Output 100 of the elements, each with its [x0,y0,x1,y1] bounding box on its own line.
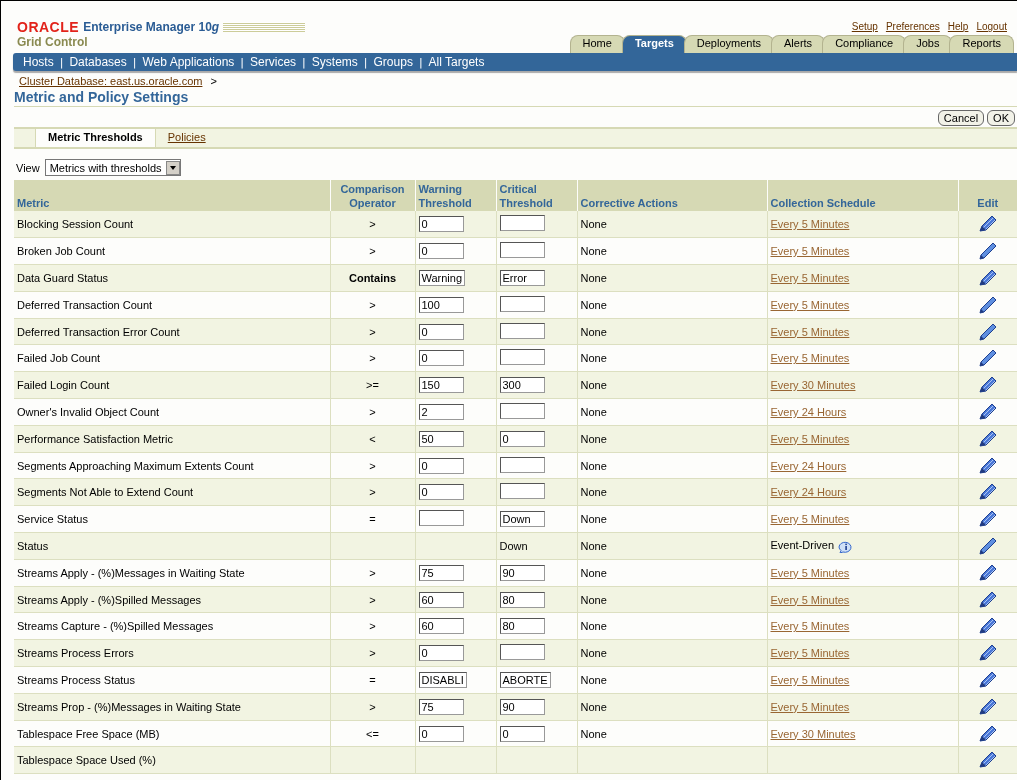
schedule-link[interactable]: Every 30 Minutes [770,379,856,392]
schedule-link[interactable]: Every 5 Minutes [770,566,850,579]
nav-separator: | [302,55,306,69]
info-icon[interactable] [838,540,855,553]
threshold-field[interactable]: 80 [499,618,545,635]
schedule-link[interactable]: Every 24 Hours [770,405,847,418]
threshold-field[interactable] [499,242,545,259]
threshold-field[interactable] [499,215,545,232]
column-header: Collection Schedule [767,180,958,211]
breadcrumb-link[interactable]: Cluster Database: east.us.oracle.com [19,75,203,87]
schedule-link[interactable]: Every 5 Minutes [770,593,850,606]
actions-cell: None [577,211,767,238]
threshold-field[interactable] [499,456,545,473]
threshold-field[interactable] [418,510,464,527]
schedule-link[interactable]: Every 5 Minutes [770,325,850,338]
threshold-field[interactable]: 300 [499,377,545,394]
main-tab[interactable]: Reports [949,35,1014,53]
threshold-field[interactable]: 75 [418,564,464,581]
threshold-field[interactable]: 60 [418,618,464,635]
threshold-field[interactable]: 150 [418,377,464,394]
schedule-link[interactable]: Every 5 Minutes [770,647,850,660]
schedule-link[interactable]: Every 5 Minutes [770,620,850,633]
schedule-link[interactable]: Every 5 Minutes [770,298,850,311]
nav-separator: | [59,55,64,69]
global-link[interactable]: Logout [976,21,1007,32]
schedule-link[interactable]: Every 30 Minutes [770,727,856,740]
subnav-link[interactable]: All Targets [428,55,485,69]
threshold-field[interactable]: 50 [418,430,464,447]
subtab[interactable]: Policies [155,129,218,147]
threshold-field[interactable]: 0 [418,457,464,474]
column-header: Critical Threshold [496,180,577,211]
global-link[interactable]: Preferences [885,21,940,32]
schedule-link[interactable]: Every 24 Hours [770,459,847,472]
schedule-link[interactable]: Every 5 Minutes [770,432,850,445]
threshold-field[interactable]: 75 [418,698,464,715]
schedule-link[interactable]: Every 24 Hours [770,486,847,499]
threshold-field[interactable]: 100 [418,296,464,313]
threshold-field[interactable]: 90 [499,564,545,581]
threshold-field[interactable]: 90 [499,698,545,715]
global-link[interactable]: Setup [851,21,878,32]
operator-cell: > [330,639,415,667]
threshold-field[interactable]: 60 [418,591,464,608]
subnav-link[interactable]: Hosts [23,55,54,69]
threshold-field[interactable]: 0 [418,350,464,367]
threshold-field[interactable]: DISABLI [418,671,467,688]
threshold-field[interactable] [499,349,545,366]
column-header: Metric [14,180,330,211]
view-label: View [16,161,40,174]
threshold-field[interactable]: Warning [418,270,466,286]
threshold-field[interactable] [499,295,545,312]
operator-cell: > [330,345,415,372]
schedule-link[interactable]: Every 5 Minutes [770,673,850,686]
threshold-field[interactable]: 0 [418,484,464,501]
subnav-link[interactable]: Databases [69,55,127,69]
threshold-field[interactable] [499,483,545,500]
threshold-field[interactable] [499,322,545,339]
threshold-field[interactable]: 0 [418,323,464,340]
main-tab[interactable]: Targets [621,35,687,53]
subnav-link[interactable]: Services [250,55,297,69]
cancel-button[interactable]: Cancel [937,110,985,126]
threshold-field[interactable] [499,644,545,661]
threshold-field[interactable]: 0 [418,243,464,260]
main-tab[interactable]: Deployments [683,35,774,53]
global-link[interactable]: Help [947,21,969,32]
threshold-field[interactable]: Down [499,511,545,528]
subnav-link[interactable]: Web Applications [142,55,235,69]
pencil-icon[interactable] [976,347,999,370]
column-header: Corrective Actions [577,180,767,211]
actions-cell: None [577,264,767,292]
threshold-field[interactable]: 0 [418,725,464,742]
schedule-link[interactable]: Every 5 Minutes [770,272,850,284]
schedule-link[interactable]: Every 5 Minutes [770,352,850,365]
threshold-field[interactable]: Error [499,270,545,286]
schedule-link[interactable]: Every 5 Minutes [770,218,850,231]
operator-cell: > [330,398,415,426]
schedule-link[interactable]: Every 5 Minutes [770,513,850,526]
threshold-field[interactable]: 80 [499,591,545,608]
subnav-link[interactable]: Groups [373,55,413,69]
subnav-link[interactable]: Systems [311,55,358,69]
operator-cell: > [330,452,415,479]
ok-button[interactable]: OK [987,110,1015,126]
metric-cell: Streams Apply - (%)Spilled Messages [14,586,330,613]
threshold-field[interactable]: 0 [418,216,464,233]
schedule-link[interactable]: Every 5 Minutes [770,700,850,713]
threshold-field[interactable]: 0 [499,430,545,447]
subtab[interactable]: Metric Thresholds [35,129,156,147]
actions-cell: None [577,398,767,426]
pencil-icon[interactable] [976,240,999,263]
actions-cell: None [577,318,767,345]
threshold-field[interactable]: ABORTE [499,671,551,688]
operator-cell: > [330,478,415,506]
threshold-field[interactable]: 0 [418,645,464,662]
nav-separator: | [240,55,245,69]
main-tab[interactable]: Home [569,35,625,53]
threshold-field[interactable]: 2 [418,403,464,420]
threshold-field[interactable]: 0 [499,725,545,742]
view-select[interactable]: Metrics with thresholds [44,159,181,176]
schedule-link[interactable]: Every 5 Minutes [770,245,850,258]
actions-cell: None [577,345,767,372]
threshold-field[interactable] [499,402,545,419]
